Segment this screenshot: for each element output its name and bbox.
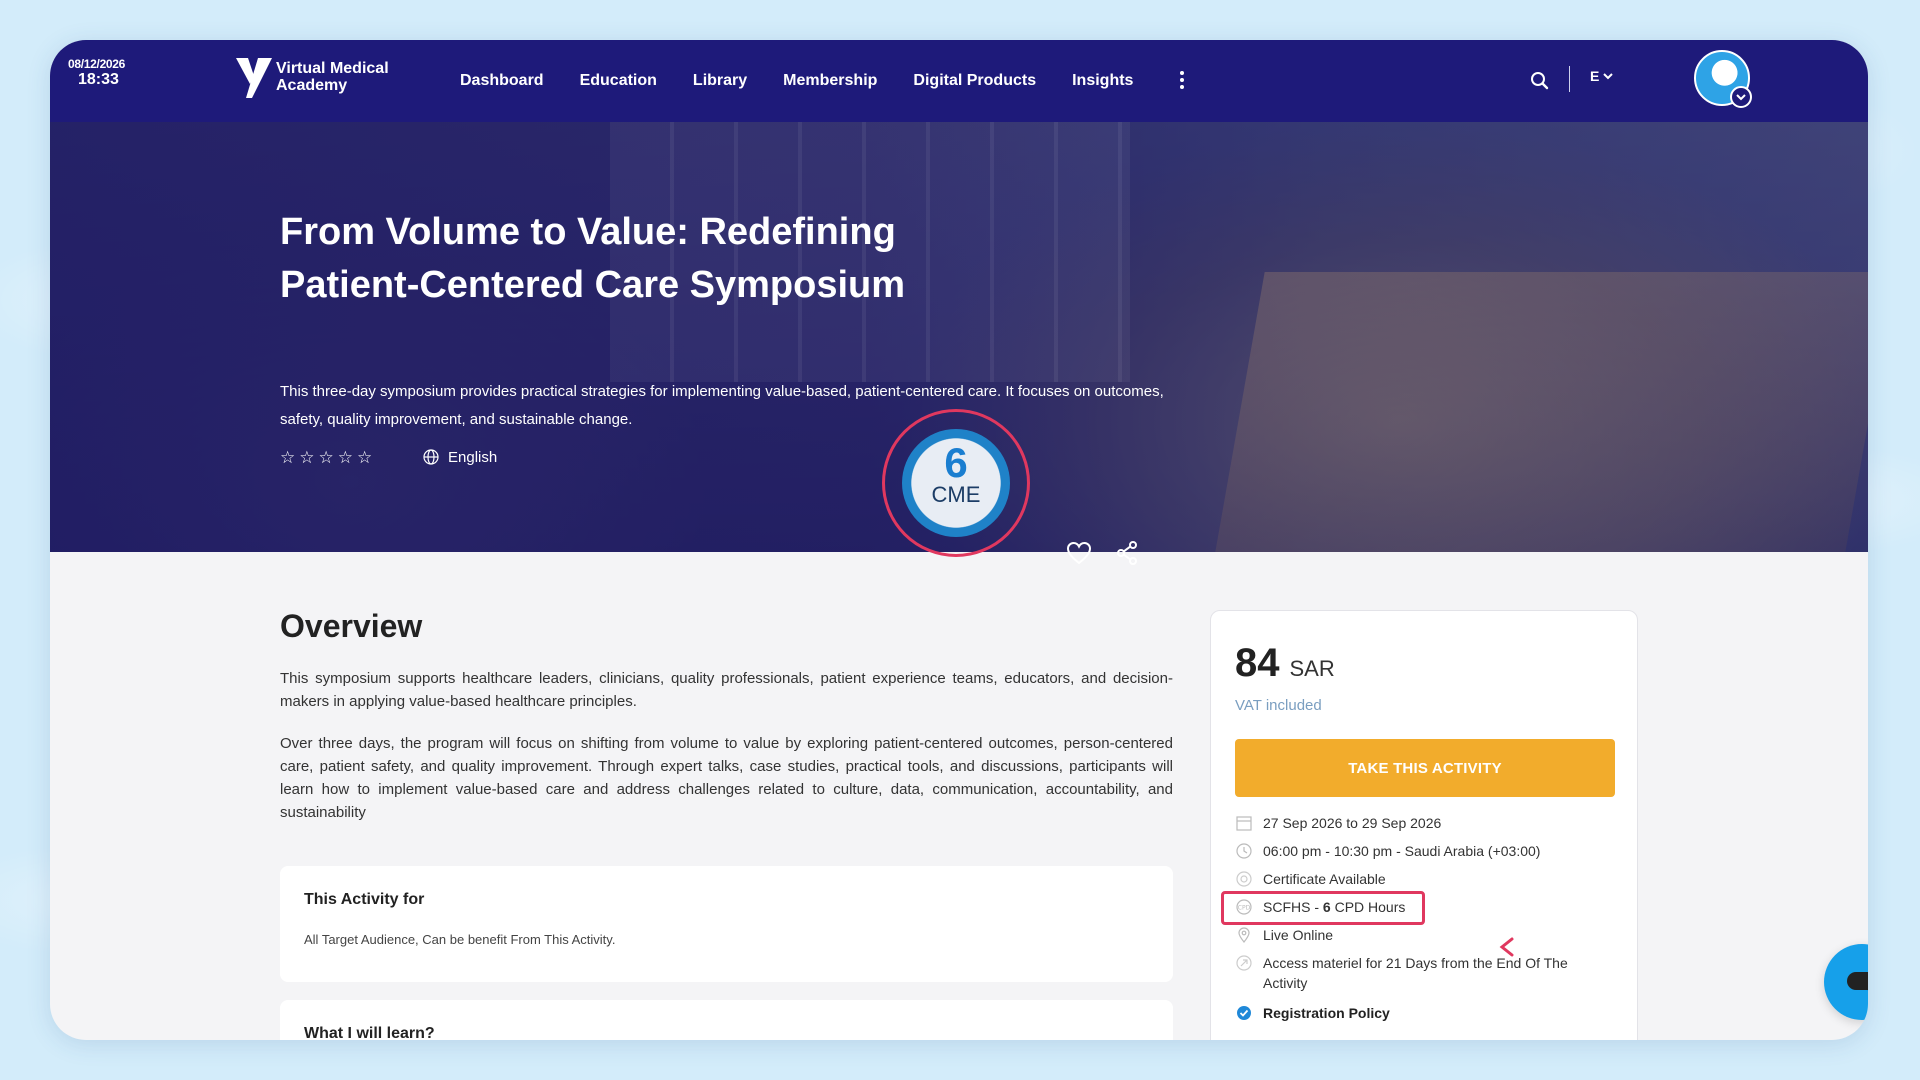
- cpd-highlight-box: [1221, 891, 1425, 925]
- nav-insights[interactable]: Insights: [1072, 72, 1133, 90]
- hero-description: This three-day symposium provides practi…: [280, 383, 1164, 428]
- language-label: English: [448, 448, 498, 466]
- overview-heading: Overview: [280, 608, 423, 644]
- logo-text-line1: Virtual Medical: [276, 60, 389, 77]
- nav-library[interactable]: Library: [693, 72, 747, 90]
- price: 84 SAR: [1235, 641, 1335, 686]
- registration-policy[interactable]: Registration Policy: [1235, 1003, 1390, 1023]
- registration-policy-label: Registration Policy: [1263, 1005, 1390, 1021]
- logo[interactable]: Virtual Medical Academy: [234, 54, 389, 100]
- nav-dashboard[interactable]: Dashboard: [460, 72, 544, 90]
- star-icon[interactable]: ☆: [338, 448, 353, 468]
- clock: 08/12/2026 18:33: [68, 57, 126, 89]
- chevron-down-icon: [1603, 73, 1614, 80]
- vat-note: VAT included: [1235, 697, 1322, 714]
- logo-text-line2: Academy: [276, 77, 348, 94]
- chevron-down-icon[interactable]: [1730, 86, 1752, 108]
- cme-badge: 6 CME: [902, 429, 1010, 537]
- page-title: From Volume to Value: Redefining Patient…: [280, 211, 906, 306]
- chat-button[interactable]: [1824, 944, 1868, 1020]
- info-certificate-text: Certificate Available: [1263, 871, 1386, 887]
- language-code: E: [1590, 68, 1600, 84]
- nav-membership[interactable]: Membership: [783, 72, 877, 90]
- activity-for-title: This Activity for: [304, 891, 425, 908]
- nav-education[interactable]: Education: [580, 72, 657, 90]
- cme-label: CME: [931, 482, 981, 507]
- learn-card[interactable]: What I will learn?: [280, 1000, 1173, 1040]
- info-access: Access materiel for 21 Days from the End…: [1235, 953, 1615, 993]
- check-circle-icon: [1237, 1006, 1251, 1020]
- location-icon: [1238, 927, 1250, 943]
- overview-paragraph-1: This symposium supports healthcare leade…: [280, 670, 1173, 710]
- nav-divider: [1569, 66, 1570, 92]
- logo-text: Virtual Medical Academy: [276, 60, 389, 94]
- take-activity-button[interactable]: TAKE THIS ACTIVITY: [1235, 739, 1615, 797]
- calendar-icon: [1236, 816, 1252, 831]
- heart-icon[interactable]: [1064, 538, 1094, 568]
- course-language: English: [422, 448, 497, 466]
- info-mode: Live Online: [1235, 925, 1333, 945]
- access-icon: [1236, 955, 1252, 971]
- activity-for-text: All Target Audience, Can be benefit From…: [304, 932, 616, 947]
- clock-date: 08/12/2026: [68, 57, 126, 71]
- search-icon[interactable]: [1525, 66, 1555, 96]
- info-access-text: Access materiel for 21 Days from the End…: [1263, 955, 1568, 991]
- clock-icon: [1236, 843, 1252, 859]
- overview-paragraph-2: Over three days, the program will focus …: [280, 735, 1173, 821]
- main-menu: Dashboard Education Library Membership D…: [460, 40, 1133, 122]
- arrow-annotation-icon: [1498, 936, 1658, 958]
- cme-value: 6: [944, 439, 968, 486]
- chat-icon: [1847, 972, 1868, 991]
- nav-digital-products[interactable]: Digital Products: [913, 72, 1036, 90]
- learn-title: What I will learn?: [304, 1025, 435, 1040]
- share-icon[interactable]: [1112, 538, 1142, 568]
- activity-for-card: This Activity for All Target Audience, C…: [280, 866, 1173, 982]
- info-time-text: 06:00 pm - 10:30 pm - Saudi Arabia (+03:…: [1263, 843, 1541, 859]
- certificate-icon: [1236, 871, 1252, 887]
- info-dates: 27 Sep 2026 to 29 Sep 2026: [1235, 813, 1441, 833]
- price-amount: 84: [1235, 641, 1280, 685]
- star-icon[interactable]: ☆: [280, 448, 295, 468]
- star-icon[interactable]: ☆: [299, 448, 314, 468]
- info-certificate: Certificate Available: [1235, 869, 1386, 889]
- app-window: 08/12/2026 18:33 Virtual Medical Academy…: [50, 40, 1868, 1040]
- price-currency: SAR: [1289, 656, 1335, 681]
- more-icon[interactable]: [1174, 68, 1190, 92]
- hero-banner: From Volume to Value: Redefining Patient…: [50, 122, 1868, 565]
- globe-icon: [423, 449, 439, 465]
- star-icon[interactable]: ☆: [319, 448, 334, 468]
- pricing-card: 84 SAR VAT included TAKE THIS ACTIVITY 2…: [1210, 610, 1638, 1040]
- language-switch[interactable]: E: [1590, 68, 1615, 84]
- star-rating[interactable]: ☆ ☆ ☆ ☆ ☆: [280, 448, 372, 468]
- clock-time: 18:33: [78, 71, 119, 89]
- hero-background-desk: [1215, 272, 1868, 552]
- logo-icon: [234, 54, 274, 100]
- top-nav: 08/12/2026 18:33 Virtual Medical Academy…: [50, 40, 1868, 122]
- info-time: 06:00 pm - 10:30 pm - Saudi Arabia (+03:…: [1235, 841, 1540, 861]
- star-icon[interactable]: ☆: [357, 448, 372, 468]
- info-dates-text: 27 Sep 2026 to 29 Sep 2026: [1263, 815, 1442, 831]
- info-mode-text: Live Online: [1263, 927, 1334, 943]
